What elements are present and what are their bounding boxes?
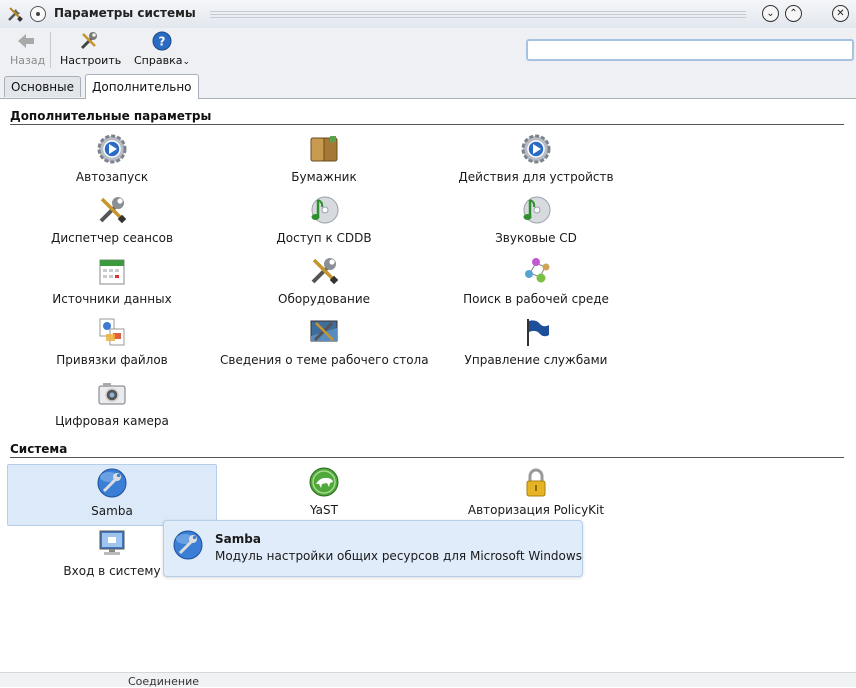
tooltip-description: Модуль настройки общих ресурсов для Micr… (215, 549, 582, 563)
calendar-icon (99, 259, 125, 285)
configure-button[interactable]: Настроить (60, 30, 122, 67)
tab-bar: Основные Дополнительно (0, 72, 856, 99)
camera-icon (98, 383, 126, 405)
module-autostart[interactable]: Автозапуск (8, 131, 216, 191)
tooltip-title: Samba (215, 532, 261, 546)
module-digital-camera[interactable]: Цифровая камера (8, 375, 216, 435)
module-tooltip: Samba Модуль настройки общих ресурсов дл… (163, 520, 583, 577)
samba-wrench-icon (173, 530, 203, 560)
module-label: Сведения о теме рабочего стола (220, 353, 429, 367)
status-text: Соединение (128, 675, 200, 688)
title-bar[interactable]: Параметры системы ⌄ ⌃ ✕ (0, 0, 856, 29)
search-input[interactable] (526, 39, 854, 61)
module-label: Бумажник (291, 170, 357, 184)
toolbar: Назад Настроить ? Справка⌄ (0, 28, 856, 72)
module-yast[interactable]: YaST (220, 464, 428, 524)
monitor-icon (99, 530, 125, 555)
help-icon: ? (152, 31, 172, 51)
back-arrow-icon (18, 34, 34, 48)
module-label: Управление службами (464, 353, 608, 367)
lock-icon (526, 468, 546, 497)
module-hardware[interactable]: Оборудование (220, 253, 428, 313)
window-title: Параметры системы (54, 6, 196, 20)
wrench-screwdriver-icon (80, 32, 97, 50)
module-audio-cd[interactable]: Звуковые CD (432, 192, 640, 252)
back-label: Назад (10, 54, 46, 67)
chevron-up-icon: ⌃ (789, 8, 798, 19)
module-label: Привязки файлов (56, 353, 168, 367)
module-label: Поиск в рабочей среде (463, 292, 609, 306)
module-label: Цифровая камера (55, 414, 169, 428)
module-cddb[interactable]: Доступ к CDDB (220, 192, 428, 252)
samba-wrench-icon (97, 468, 127, 498)
svg-text:?: ? (159, 35, 166, 49)
settings-content: Дополнительные параметры Автозапуск Бума… (0, 99, 856, 686)
minimize-button[interactable]: ⌄ (762, 5, 779, 22)
module-wallet[interactable]: Бумажник (220, 131, 428, 191)
module-label: Оборудование (278, 292, 370, 306)
module-label: Действия для устройств (458, 170, 614, 184)
close-button[interactable]: ✕ (832, 5, 849, 22)
close-icon: ✕ (836, 8, 845, 19)
cd-music-icon (311, 196, 339, 224)
help-button[interactable]: ? Справка⌄ (134, 30, 190, 67)
back-button[interactable]: Назад (10, 30, 46, 67)
tab-general[interactable]: Основные (4, 76, 82, 97)
module-label: Samba (91, 504, 133, 518)
gear-play-icon (97, 134, 127, 164)
module-desktop-search[interactable]: Поиск в рабочей среде (432, 253, 640, 313)
module-service-manager[interactable]: Управление службами (432, 314, 640, 374)
wrench-screwdriver-icon (99, 197, 127, 224)
module-data-sources[interactable]: Источники данных (8, 253, 216, 313)
module-device-actions[interactable]: Действия для устройств (432, 131, 640, 191)
window-menu-button[interactable] (30, 6, 46, 22)
module-policykit[interactable]: Авторизация PolicyKit (432, 464, 640, 524)
yast-gecko-icon (309, 467, 339, 497)
module-label: Диспетчер сеансов (50, 231, 174, 245)
module-label: YaST (310, 503, 338, 517)
chevron-down-icon: ⌄ (766, 8, 775, 19)
module-label: Авторизация PolicyKit (467, 503, 605, 517)
cd-music-icon (523, 196, 551, 224)
search-nodes-icon (525, 258, 550, 283)
wrench-screwdriver-icon (311, 258, 339, 285)
title-bar-grip (210, 11, 746, 19)
file-associations-icon (99, 318, 125, 346)
chevron-down-icon: ⌄ (182, 57, 191, 67)
status-strip: Соединение (0, 672, 856, 688)
maximize-button[interactable]: ⌃ (785, 5, 802, 22)
module-samba[interactable]: Samba (7, 464, 217, 526)
toolbar-separator (50, 32, 51, 68)
help-label: Справка (134, 54, 183, 67)
tools-icon (8, 7, 23, 22)
wallet-icon (310, 136, 338, 162)
flag-icon (527, 319, 549, 346)
section-title-system: Система (10, 442, 844, 458)
module-label: Звуковые CD (495, 231, 577, 245)
module-label: Автозапуск (75, 170, 149, 184)
module-session-manager[interactable]: Диспетчер сеансов (8, 192, 216, 252)
desktop-theme-icon (310, 320, 338, 342)
section-title-advanced: Дополнительные параметры (10, 109, 844, 125)
tab-advanced[interactable]: Дополнительно (85, 74, 199, 99)
module-desktop-theme[interactable]: Сведения о теме рабочего стола (220, 314, 429, 374)
module-file-associations[interactable]: Привязки файлов (8, 314, 216, 374)
module-label: Источники данных (52, 292, 172, 306)
configure-label: Настроить (60, 54, 122, 67)
module-label: Доступ к CDDB (276, 231, 372, 245)
gear-play-icon (521, 134, 551, 164)
